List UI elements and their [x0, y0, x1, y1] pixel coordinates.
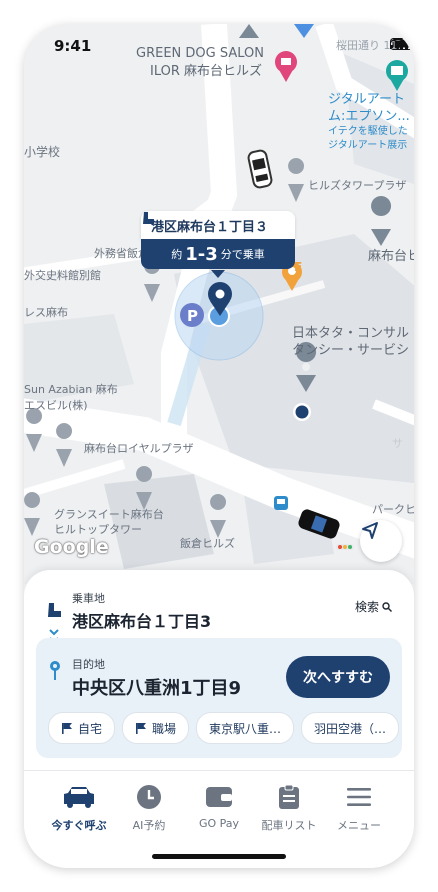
- pickup-callout[interactable]: 港区麻布台１丁目３ 約 1-3 分で乗車: [141, 211, 295, 278]
- poi-sun-azabian-1[interactable]: Sun Azabian 麻布: [24, 382, 118, 398]
- home-indicator[interactable]: [152, 854, 286, 859]
- poi-green-dog-salon[interactable]: GREEN DOG SALON: [136, 46, 264, 62]
- poi-resu-azabu[interactable]: レス麻布: [24, 305, 68, 321]
- tab-call-now-label: 今すぐ呼ぶ: [51, 819, 107, 832]
- destination-label: 目的地: [72, 658, 105, 671]
- chip-home[interactable]: 自宅: [48, 712, 116, 744]
- tab-ride-list-label: 配車リスト: [261, 819, 317, 832]
- seat-icon: [48, 603, 61, 617]
- chip-tokyo-station-label: 東京駅八重…: [209, 721, 282, 736]
- tab-ai-booking[interactable]: AI予約: [114, 783, 184, 833]
- pickup-value: 港区麻布台１丁目3: [72, 612, 212, 631]
- tab-menu-label: メニュー: [337, 819, 381, 832]
- poi-school[interactable]: 小学校: [24, 144, 60, 160]
- phone-screen: P 9:41 GREEN DOG SALON ILOR 麻布台ヒルズ 桜田通り …: [24, 24, 414, 868]
- callout-tip: [211, 270, 225, 278]
- chip-haneda-label: 羽田空港（…: [314, 721, 387, 736]
- next-button[interactable]: 次へすすむ: [286, 656, 390, 698]
- poi-digital-art-2[interactable]: ム:エプソン...: [328, 109, 410, 125]
- chip-haneda[interactable]: 羽田空港（…: [301, 712, 400, 744]
- eta-value: 1-3: [185, 243, 218, 265]
- chip-tokyo-station[interactable]: 東京駅八重…: [196, 712, 295, 744]
- eta-prefix: 約: [171, 248, 183, 261]
- search-icon: [382, 601, 392, 612]
- poi-grand-suite-1[interactable]: グランスイート麻布台: [54, 507, 164, 523]
- chip-work[interactable]: 職場: [122, 712, 190, 744]
- quick-destinations: 自宅 職場 東京駅八重… 羽田空港（…: [48, 712, 400, 744]
- search-link[interactable]: 検索: [355, 598, 392, 615]
- pickup-row[interactable]: 乗車地 港区麻布台１丁目3: [46, 590, 211, 632]
- destination-card: 目的地 中央区八重洲1丁目9 次へすすむ 自宅 職場 東京駅八重… 羽田空港（…: [36, 638, 402, 758]
- callout-eta: 約 1-3 分で乗車: [141, 239, 295, 269]
- flag-icon: [136, 723, 147, 734]
- status-time: 9:41: [54, 37, 92, 55]
- google-logo: Google: [34, 536, 109, 558]
- poi-ilor[interactable]: ILOR 麻布台ヒルズ: [150, 64, 262, 80]
- route-sheet: 乗車地 港区麻布台１丁目3 検索 目的地 中央区八重洲1丁目9 次へすすむ 自宅: [24, 570, 414, 770]
- clipboard-icon: [279, 784, 299, 809]
- poi-nihon-tata-1[interactable]: 日本タタ・コンサル: [292, 326, 409, 342]
- tab-ai-booking-label: AI予約: [132, 819, 166, 832]
- poi-digital-art-1[interactable]: ジタルアート: [328, 92, 405, 108]
- chip-work-label: 職場: [152, 721, 177, 736]
- flag-icon: [62, 723, 72, 734]
- poi-sun-azabian-2: エスビル(株): [24, 399, 88, 412]
- seat-icon: [143, 212, 154, 224]
- poi-digital-art-3: イテクを駆使した: [328, 126, 408, 137]
- taxi-icon: [64, 787, 94, 808]
- tab-go-pay-label: GO Pay: [198, 817, 240, 830]
- poi-hills-tower[interactable]: ヒルズタワープラザ: [308, 178, 406, 194]
- poi-royal-plaza[interactable]: 麻布台ロイヤルプラザ: [84, 441, 194, 457]
- poi-orange-label: F: [294, 260, 303, 274]
- wallet-icon: [206, 787, 232, 807]
- tab-go-pay[interactable]: GO Pay: [184, 783, 254, 830]
- poi-iikura-hills[interactable]: 飯倉ヒルズ: [180, 536, 235, 552]
- poi-park-hills[interactable]: パークヒル: [372, 502, 414, 518]
- destination-value[interactable]: 中央区八重洲1丁目9: [72, 674, 241, 700]
- clock-icon: [137, 785, 161, 809]
- search-label: 検索: [354, 600, 379, 614]
- callout-header: 港区麻布台１丁目３: [141, 211, 295, 239]
- callout-address: 港区麻布台１丁目３: [151, 219, 269, 235]
- destination-pin-icon: [50, 661, 60, 680]
- tab-ride-list[interactable]: 配車リスト: [254, 783, 324, 833]
- tab-menu[interactable]: メニュー: [324, 783, 394, 833]
- poi-azabudai-hi[interactable]: 麻布台ヒ: [368, 249, 414, 265]
- current-location-button[interactable]: [360, 520, 402, 562]
- road-label: 桜田通り 11: [336, 39, 398, 52]
- chip-home-label: 自宅: [78, 721, 103, 736]
- poi-gaiko[interactable]: 外交史料館別館: [24, 268, 101, 284]
- map-view[interactable]: P 9:41 GREEN DOG SALON ILOR 麻布台ヒルズ 桜田通り …: [24, 24, 414, 584]
- poi-digital-art-4: ジタルアート展示: [328, 140, 408, 151]
- map-graphics: P: [24, 24, 414, 584]
- poi-nihon-tata-2: タンシー・サービシ: [292, 343, 410, 358]
- eta-suffix: 分で乗車: [220, 248, 265, 261]
- navigation-arrow-icon: [362, 522, 378, 539]
- poi-sa: サ: [392, 437, 403, 450]
- tab-call-now[interactable]: 今すぐ呼ぶ: [44, 783, 114, 833]
- svg-text:P: P: [187, 307, 198, 325]
- menu-icon: [347, 788, 371, 806]
- pickup-label: 乗車地: [72, 592, 105, 605]
